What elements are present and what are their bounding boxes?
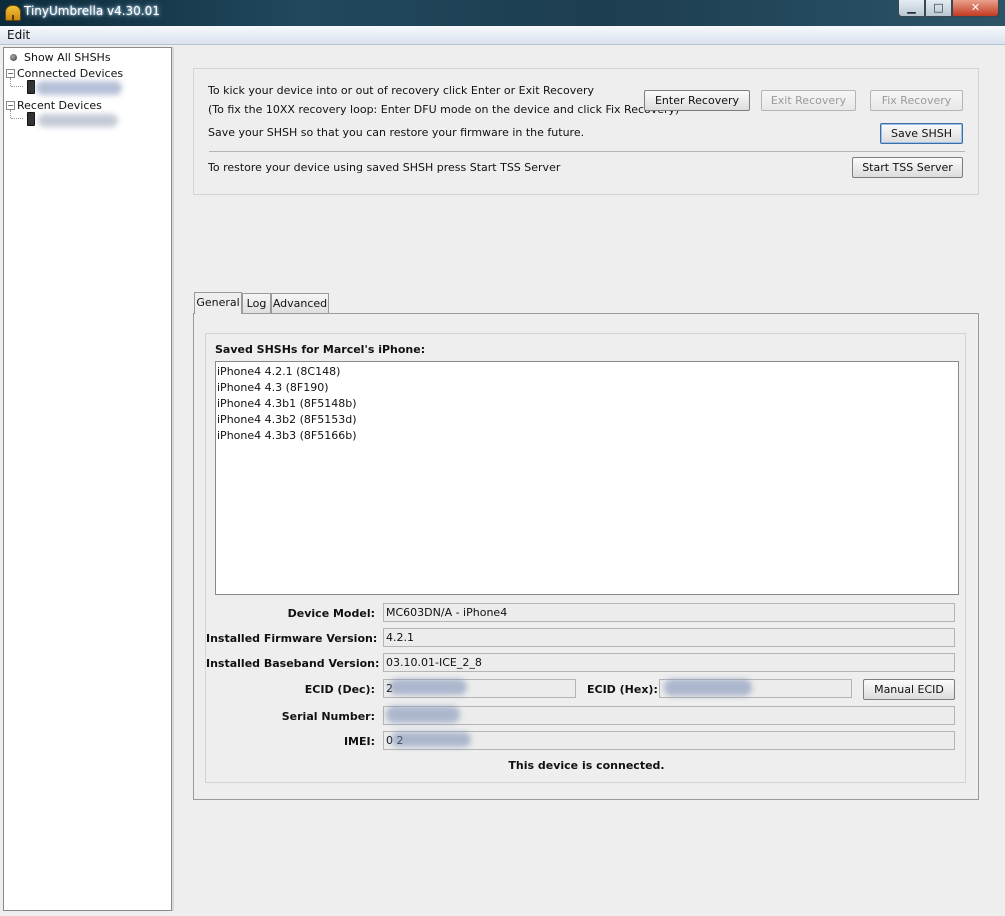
- tab-advanced[interactable]: Advanced: [271, 293, 329, 313]
- manual-ecid-button[interactable]: Manual ECID: [863, 679, 955, 700]
- tree-connector: [11, 118, 23, 119]
- menu-edit[interactable]: Edit: [7, 28, 30, 42]
- split-divider[interactable]: [172, 47, 174, 911]
- window-title: TinyUmbrella v4.30.01: [24, 4, 160, 18]
- tinyumbrella-window: TinyUmbrella v4.30.01 ▁ □ ✕ Edit Show Al…: [0, 0, 1005, 916]
- redacted-device-name[interactable]: [38, 114, 118, 127]
- minimize-icon: ▁: [907, 1, 916, 14]
- tss-instructions: To restore your device using saved SHSH …: [208, 161, 561, 174]
- list-item[interactable]: iPhone4 4.3b3 (8F5166b): [216, 428, 958, 444]
- menu-bar: Edit: [0, 26, 1005, 45]
- device-model-label: Device Model:: [287, 607, 375, 620]
- fix-recovery-button[interactable]: Fix Recovery: [870, 90, 963, 111]
- redacted-ecid-dec: [389, 679, 467, 695]
- title-bar[interactable]: TinyUmbrella v4.30.01 ▁ □ ✕: [0, 0, 1005, 26]
- close-icon: ✕: [970, 1, 981, 14]
- saved-shsh-list[interactable]: iPhone4 4.2.1 (8C148) iPhone4 4.3 (8F190…: [215, 361, 959, 595]
- serial-number-label: Serial Number:: [281, 710, 375, 723]
- iphone-icon: [27, 112, 35, 126]
- device-info-panel: Saved SHSHs for Marcel's iPhone: iPhone4…: [205, 333, 966, 783]
- close-button[interactable]: ✕: [952, 0, 999, 17]
- tree-item-connected-devices[interactable]: Connected Devices: [17, 67, 123, 80]
- ecid-hex-label: ECID (Hex):: [587, 683, 658, 696]
- baseband-version-field[interactable]: 03.10.01-ICE_2_8: [383, 653, 955, 672]
- collapse-recent-icon[interactable]: −: [6, 101, 15, 110]
- redacted-device-name[interactable]: [36, 81, 122, 95]
- serial-number-field[interactable]: [383, 706, 955, 725]
- device-model-field[interactable]: MC603DN/A - iPhone4: [383, 603, 955, 622]
- exit-recovery-button[interactable]: Exit Recovery: [761, 90, 856, 111]
- separator: [209, 151, 965, 152]
- recovery-loop-note: (To fix the 10XX recovery loop: Enter DF…: [208, 103, 680, 116]
- tree-connector: [10, 78, 11, 86]
- enter-recovery-button[interactable]: Enter Recovery: [644, 90, 750, 111]
- umbrella-app-icon: [5, 5, 21, 21]
- iphone-icon: [27, 80, 35, 94]
- firmware-version-field[interactable]: 4.2.1: [383, 628, 955, 647]
- tab-general[interactable]: General: [194, 292, 242, 314]
- maximize-icon: □: [933, 1, 944, 14]
- redacted-serial-number: [386, 706, 460, 723]
- tab-log[interactable]: Log: [242, 293, 271, 313]
- redacted-ecid-hex: [664, 679, 752, 696]
- collapse-connected-icon[interactable]: −: [6, 69, 15, 78]
- saved-shshs-title: Saved SHSHs for Marcel's iPhone:: [215, 343, 426, 356]
- connection-status: This device is connected.: [508, 759, 665, 772]
- redacted-imei: [391, 732, 471, 747]
- tree-connector: [10, 110, 11, 118]
- imei-label: IMEI:: [343, 735, 375, 748]
- save-shsh-button[interactable]: Save SHSH: [880, 123, 963, 144]
- bullet-icon: [10, 54, 17, 61]
- tree-item-show-all-shshs[interactable]: Show All SHSHs: [24, 51, 111, 64]
- tree-item-recent-devices[interactable]: Recent Devices: [17, 99, 102, 112]
- start-tss-server-button[interactable]: Start TSS Server: [852, 157, 963, 178]
- list-item[interactable]: iPhone4 4.2.1 (8C148): [216, 364, 958, 380]
- list-item[interactable]: iPhone4 4.3 (8F190): [216, 380, 958, 396]
- minimize-button[interactable]: ▁: [898, 0, 925, 17]
- list-item[interactable]: iPhone4 4.3b1 (8F5148b): [216, 396, 958, 412]
- baseband-version-label: Installed Baseband Version:: [206, 657, 380, 670]
- device-tree[interactable]: Show All SHSHs − Connected Devices − Rec…: [3, 47, 172, 911]
- recovery-instructions: To kick your device into or out of recov…: [208, 84, 595, 97]
- tree-connector: [11, 86, 23, 87]
- general-tab-panel: Saved SHSHs for Marcel's iPhone: iPhone4…: [193, 313, 979, 800]
- recovery-panel: To kick your device into or out of recov…: [193, 68, 979, 195]
- list-item[interactable]: iPhone4 4.3b2 (8F5153d): [216, 412, 958, 428]
- firmware-version-label: Installed Firmware Version:: [206, 632, 378, 645]
- save-shsh-note: Save your SHSH so that you can restore y…: [208, 126, 585, 139]
- ecid-dec-label: ECID (Dec):: [304, 683, 375, 696]
- maximize-button[interactable]: □: [925, 0, 952, 17]
